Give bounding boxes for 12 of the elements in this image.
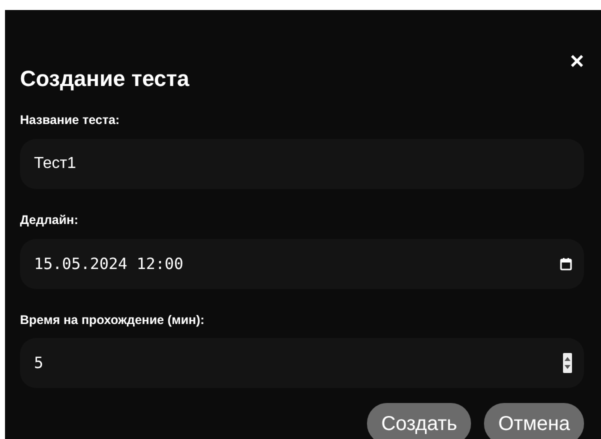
field-label: Время на прохождение (мин): xyxy=(20,312,206,329)
spinner-icon[interactable] xyxy=(563,353,572,374)
duration-field[interactable]: 5 xyxy=(20,338,584,388)
cancel-button[interactable]: Отмена xyxy=(484,403,584,439)
close-button[interactable]: × xyxy=(570,50,584,74)
calendar-icon[interactable] xyxy=(560,257,572,270)
name-field[interactable]: Тест1 xyxy=(20,138,584,189)
deadline-field[interactable]: 15.05.2024 12:00 xyxy=(20,238,584,288)
dialog-title: Создание теста xyxy=(20,65,190,93)
create-button[interactable]: Создать xyxy=(367,403,472,439)
field-label: Название теста: xyxy=(20,112,121,129)
field-label: Дедлайн: xyxy=(20,212,80,229)
